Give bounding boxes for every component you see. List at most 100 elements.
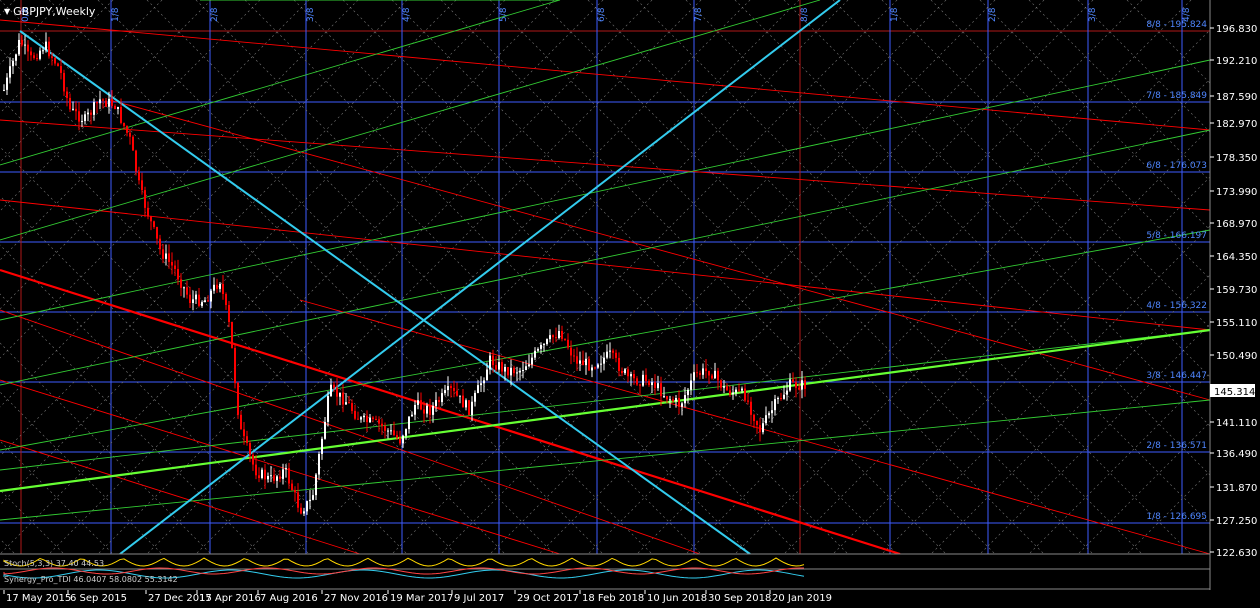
bear-candle [696,372,698,374]
indicator-panels: Stoch(5,3,3) 37.40 44.53 Synergy_Pro_TDI … [0,553,1260,590]
bull-candle [405,429,407,436]
murrey-level-label: 6/8 - 176.073 [1146,161,1207,171]
bull-candle [519,370,521,373]
bear-candle [672,399,674,402]
time-fraction-label: 1/8 [890,7,900,22]
bear-candle [54,57,56,64]
bear-candle [186,287,188,295]
bull-candle [402,435,404,444]
time-fraction-label: 4/8 [1182,7,1192,22]
bear-candle [648,380,650,386]
price-tick-label: 127.250 [1216,516,1257,527]
bull-candle [675,398,677,402]
bear-candle [57,63,59,67]
bear-candle [627,369,629,377]
gann-lattice-line [881,0,1260,379]
bear-candle [141,180,143,191]
green-fan-line [0,399,1211,521]
time-fraction-label: 6/8 [597,7,607,22]
bull-candle [363,415,365,418]
bear-candle [381,423,383,427]
bull-candle [312,495,314,500]
murrey-level-label: 2/8 - 136.571 [1146,441,1207,451]
bull-candle [261,469,263,479]
bull-candle [417,400,419,405]
bear-candle [150,216,152,222]
bull-candle [537,348,539,351]
bear-candle [255,464,257,476]
bull-candle [789,379,791,391]
bear-candle [795,382,797,388]
bull-candle [360,417,362,420]
time-tick-label: 10 Jun 2018 [647,593,707,604]
bull-candle [663,396,665,398]
red-fan-line [0,268,901,556]
red-fan-line [0,309,701,555]
bull-candle [3,89,5,91]
bull-candle [489,355,491,370]
bear-candle [252,454,254,465]
bear-candle [726,386,728,391]
bull-candle [735,389,737,393]
bull-candle [459,395,461,397]
bear-candle [612,350,614,353]
chart-menu-icon[interactable]: ▼ [4,7,10,16]
bear-candle [750,401,752,415]
bull-candle [777,397,779,400]
bull-candle [690,380,692,390]
bull-candle [210,290,212,302]
bull-candle [369,417,371,423]
price-tick-label: 155.110 [1216,318,1257,329]
bull-candle [504,366,506,372]
bull-candle [558,331,560,339]
bull-candle [84,114,86,121]
bull-candle [579,360,581,364]
gann-lattice-line [0,0,408,408]
bear-candle [582,360,584,366]
bear-candle [279,476,281,479]
red-fan-line [0,199,1211,331]
bull-candle [339,392,341,397]
bull-candle [108,98,110,107]
bear-candle [168,253,170,262]
time-tick-label: 6 Sep 2015 [70,593,127,604]
bull-candle [390,430,392,432]
bear-candle [636,378,638,385]
time-fraction-label: 2/8 [988,7,998,22]
bull-candle [330,384,332,397]
time-fraction-label: 3/8 [1088,7,1098,22]
bull-candle [309,499,311,502]
time-fraction-label: 7/8 [694,7,704,22]
red-fan-line [0,119,1211,211]
price-tick-label: 136.490 [1216,449,1257,460]
time-tick-label: 7 Aug 2016 [260,593,318,604]
bull-candle [183,287,185,289]
bear-candle [264,469,266,480]
chart-window[interactable]: Stoch(5,3,3) 37.40 44.53 Synergy_Pro_TDI … [0,0,1260,608]
bear-candle [258,475,260,479]
bull-candle [9,66,11,78]
bull-candle [765,415,767,424]
bear-candle [594,367,596,369]
bull-candle [24,44,26,46]
bull-candle [18,39,20,55]
murrey-level-label: 5/8 - 166.197 [1146,231,1207,241]
bear-candle [48,41,50,57]
bear-candle [468,400,470,415]
bear-candle [660,383,662,397]
time-tick-label: 29 Oct 2017 [517,593,579,604]
bull-candle [315,474,317,496]
bear-candle [60,66,62,73]
bull-candle [81,120,83,122]
bear-candle [249,443,251,455]
bear-candle [288,468,290,484]
bull-candle [657,383,659,389]
chart-title[interactable]: ▼ GBPJPY,Weekly [4,5,95,18]
axes-layer: 196.830 192.210 187.590 182.970 178.350 173.9… [0,0,1260,608]
bull-candle [771,410,773,414]
bull-candle [213,284,215,291]
bull-candle [465,400,467,408]
chart-canvas[interactable]: Stoch(5,3,3) 37.40 44.53 Synergy_Pro_TDI … [0,0,1260,608]
bear-candle [69,97,71,110]
bull-candle [321,438,323,454]
